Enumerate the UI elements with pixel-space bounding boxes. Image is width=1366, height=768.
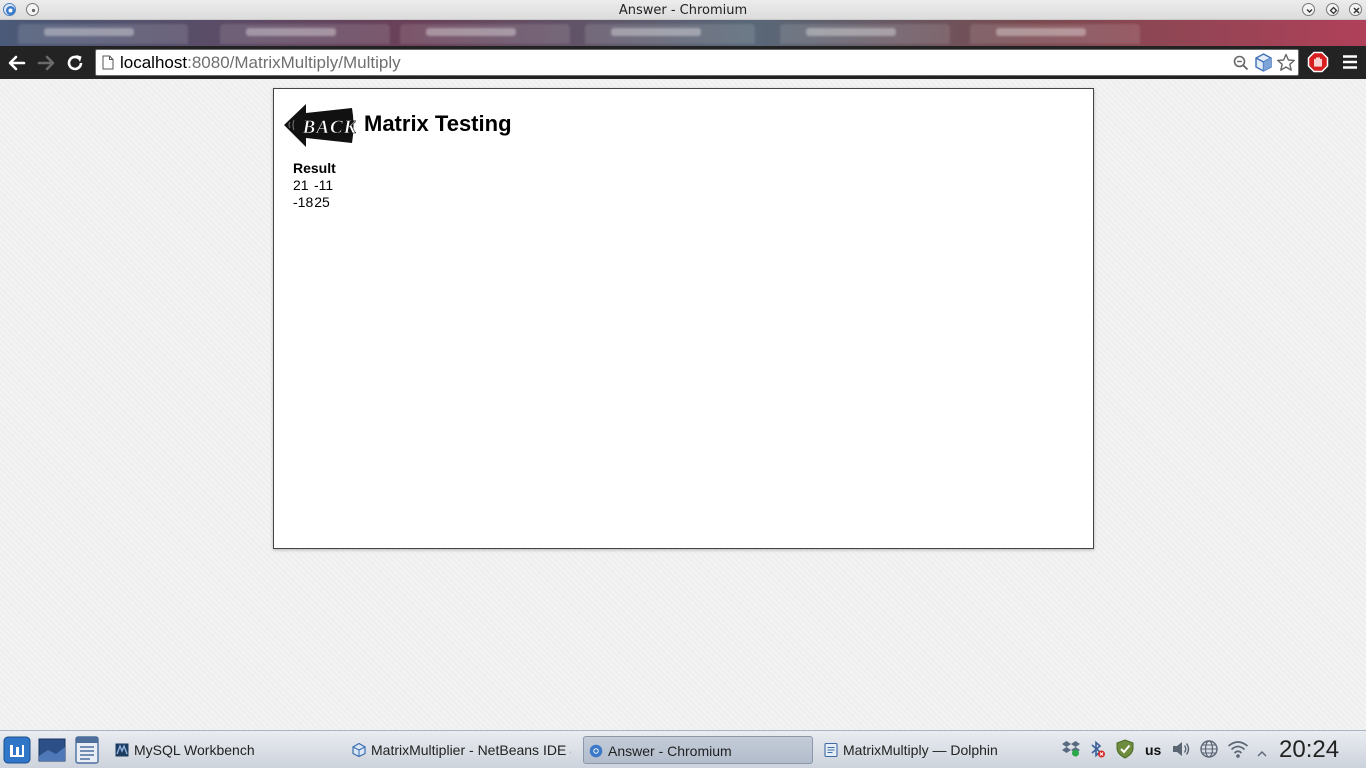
matrix-cell: 25: [314, 194, 330, 210]
maximize-button[interactable]: [1326, 3, 1339, 16]
show-desktop-icon[interactable]: [38, 738, 66, 766]
clock[interactable]: 20:24: [1279, 736, 1339, 764]
window-title: Answer - Chromium: [618, 3, 748, 18]
network-globe-icon[interactable]: [1199, 739, 1219, 763]
close-window-button[interactable]: [1349, 3, 1362, 16]
result-label: Result: [293, 160, 336, 176]
browser-tab-strip: [0, 20, 1366, 46]
taskbar-item-label: MySQL Workbench: [134, 742, 255, 758]
minimize-button[interactable]: [1302, 3, 1315, 16]
file-manager-icon[interactable]: [75, 736, 99, 768]
matrix-cell: -18: [293, 194, 314, 210]
security-shield-icon[interactable]: [1115, 739, 1135, 763]
window-titlebar: Answer - Chromium: [0, 0, 1366, 20]
blurred-tab[interactable]: [18, 24, 188, 44]
mysql-workbench-icon: [115, 743, 129, 757]
taskbar-item-chromium[interactable]: Answer - Chromium: [583, 736, 813, 764]
matrix-cell: -11: [314, 177, 334, 193]
taskbar-item-label: MatrixMultiply — Dolphin: [843, 742, 998, 758]
page-heading: Matrix Testing: [364, 111, 512, 136]
taskbar: MySQL Workbench MatrixMultiplier - NetBe…: [0, 730, 1366, 768]
page-viewport: BACK Matrix Testing Result 21 -11 -18 25: [0, 79, 1366, 730]
dropbox-icon[interactable]: [1062, 739, 1080, 761]
address-bar[interactable]: localhost:8080/MatrixMultiply/Multiply: [95, 49, 1299, 76]
url-path: :8080/MatrixMultiply/Multiply: [187, 53, 401, 72]
blurred-tab[interactable]: [970, 24, 1140, 44]
svg-text:BACK: BACK: [302, 117, 356, 138]
back-link[interactable]: BACK: [282, 103, 357, 149]
wifi-icon[interactable]: [1227, 739, 1249, 763]
bluetooth-icon[interactable]: [1088, 739, 1106, 763]
blurred-tab[interactable]: [585, 24, 755, 44]
back-icon[interactable]: [6, 52, 28, 74]
application-menu-icon[interactable]: [3, 736, 31, 768]
menu-icon[interactable]: [1340, 52, 1362, 74]
url-host: localhost: [120, 53, 188, 72]
url-text[interactable]: localhost:8080/MatrixMultiply/Multiply: [120, 53, 401, 73]
result-block: Result 21 -11 -18 25: [293, 160, 336, 211]
volume-icon[interactable]: [1171, 739, 1191, 763]
bookmark-star-icon[interactable]: [1276, 53, 1296, 76]
blurred-tab[interactable]: [780, 24, 950, 44]
browser-toolbar: localhost:8080/MatrixMultiply/Multiply: [0, 46, 1366, 79]
extension-cube-icon[interactable]: [1254, 53, 1273, 76]
taskbar-item-label: MatrixMultiplier - NetBeans IDE 8: [371, 742, 571, 758]
matrix-row: -18 25: [293, 194, 336, 211]
forward-icon[interactable]: [35, 52, 57, 74]
matrix-row: 21 -11: [293, 177, 336, 194]
taskbar-item-mysql-workbench[interactable]: MySQL Workbench: [110, 736, 335, 764]
chromium-icon: [589, 744, 603, 758]
taskbar-item-label: Answer - Chromium: [608, 743, 732, 759]
blurred-tab[interactable]: [220, 24, 390, 44]
page-icon: [102, 55, 114, 74]
netbeans-icon: [352, 742, 366, 758]
content-panel: BACK Matrix Testing Result 21 -11 -18 25: [273, 88, 1094, 549]
adblock-icon[interactable]: [1307, 51, 1329, 73]
matrix-cell: 21: [293, 177, 309, 193]
taskbar-item-dolphin[interactable]: MatrixMultiply — Dolphin: [819, 736, 1044, 764]
keyboard-layout-indicator[interactable]: us: [1145, 742, 1161, 758]
back-arrow-image: BACK: [284, 104, 357, 147]
tray-expand-icon[interactable]: [1256, 744, 1268, 763]
blurred-tab[interactable]: [400, 24, 570, 44]
dolphin-icon: [824, 742, 838, 758]
zoom-icon[interactable]: [1233, 55, 1249, 75]
reload-icon[interactable]: [64, 52, 86, 74]
taskbar-item-netbeans[interactable]: MatrixMultiplier - NetBeans IDE 8: [347, 736, 574, 764]
